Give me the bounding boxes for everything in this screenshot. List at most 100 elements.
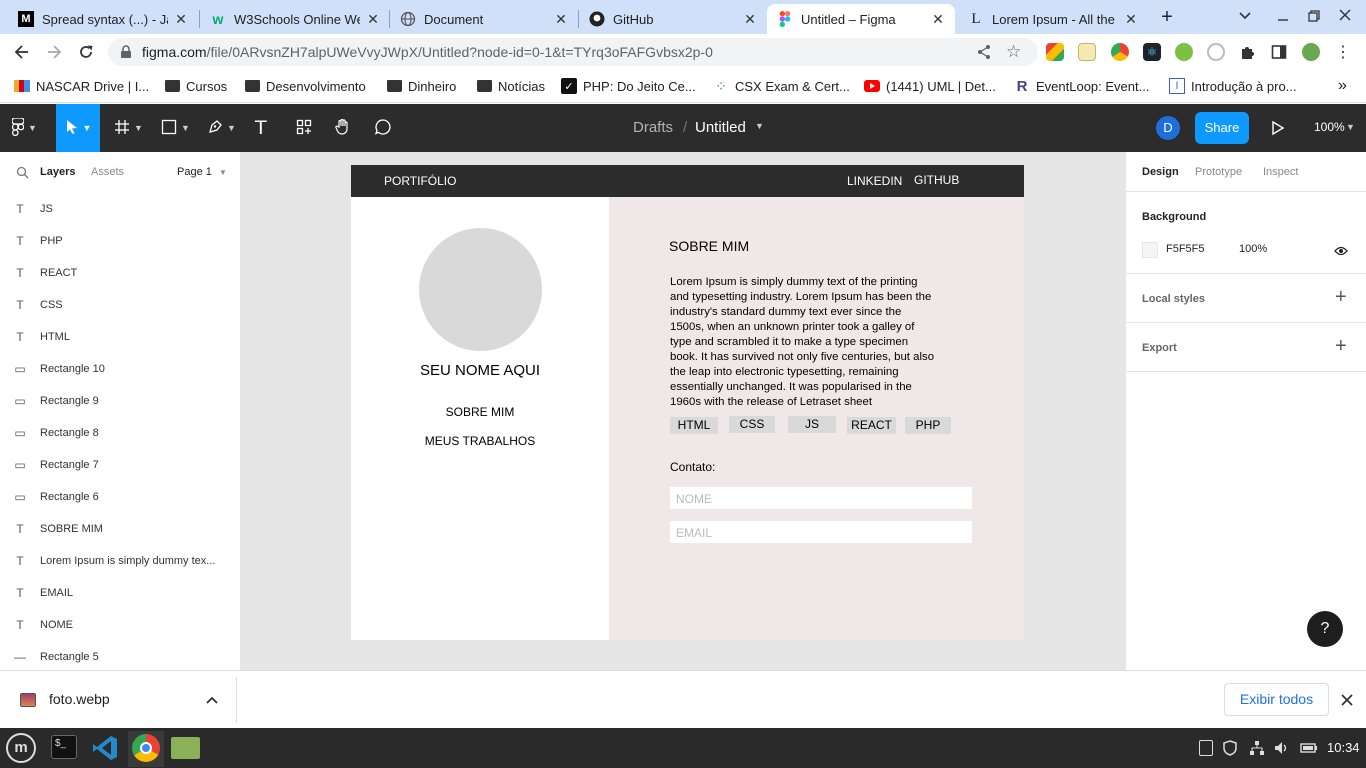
chevron-down-icon[interactable]: ▼ xyxy=(1346,122,1355,132)
bookmark-introducao[interactable]: Ⅰ Introdução à pro... xyxy=(1169,77,1297,95)
close-tab-icon[interactable]: ✕ xyxy=(743,11,757,28)
move-tool[interactable]: ▼ xyxy=(56,104,100,152)
extension-react-devtools-icon[interactable]: ⚛ xyxy=(1143,43,1161,61)
layer-row[interactable]: T HTML xyxy=(0,321,240,353)
side-panel-icon[interactable] xyxy=(1270,43,1288,61)
tab-assets[interactable]: Assets xyxy=(91,166,124,178)
profile-avatar-icon[interactable] xyxy=(1302,43,1320,61)
extension-google-icon[interactable] xyxy=(1046,43,1064,61)
shape-tool[interactable]: ▼ xyxy=(161,116,190,140)
layer-row[interactable]: — Rectangle 5 xyxy=(0,641,240,670)
layer-row[interactable]: T REACT xyxy=(0,257,240,289)
extension-chrome-icon[interactable] xyxy=(1111,43,1129,61)
download-file-name[interactable]: foto.webp xyxy=(49,691,110,707)
shield-icon[interactable] xyxy=(1223,740,1237,761)
close-tab-icon[interactable]: ✕ xyxy=(174,11,188,28)
chrome-taskbar-active[interactable] xyxy=(128,731,164,767)
layer-row[interactable]: T NOME xyxy=(0,609,240,641)
clipboard-icon[interactable] xyxy=(1199,740,1213,756)
share-icon[interactable] xyxy=(976,44,992,65)
extension-frog-icon[interactable] xyxy=(1175,43,1193,61)
forward-arrow-icon[interactable] xyxy=(42,40,66,64)
bookmark-folder-noticias[interactable]: Notícias xyxy=(476,77,545,95)
extensions-puzzle-icon[interactable] xyxy=(1239,43,1257,61)
eye-icon[interactable] xyxy=(1334,244,1348,262)
browser-tab-mdn[interactable]: M Spread syntax (...) - Ja ✕ xyxy=(8,4,198,34)
vscode-icon[interactable] xyxy=(91,734,119,767)
close-tab-icon[interactable]: ✕ xyxy=(1124,11,1138,28)
bookmark-php[interactable]: ✓ PHP: Do Jeito Ce... xyxy=(561,77,696,95)
avatar[interactable]: D xyxy=(1156,116,1180,140)
add-export-plus-icon[interactable]: + xyxy=(1335,335,1347,358)
layer-row[interactable]: ▭ Rectangle 7 xyxy=(0,449,240,481)
figma-main-menu[interactable]: ▼ xyxy=(11,116,37,140)
bookmark-folder-cursos[interactable]: Cursos xyxy=(164,77,227,95)
present-play-icon[interactable] xyxy=(1271,120,1285,141)
layer-row[interactable]: ▭ Rectangle 9 xyxy=(0,385,240,417)
browser-tab-w3schools[interactable]: w W3Schools Online We ✕ xyxy=(200,4,390,34)
breadcrumb-drafts[interactable]: Drafts xyxy=(633,119,673,136)
restore-window-icon[interactable] xyxy=(1307,9,1323,25)
bookmark-csx[interactable]: ⁘ CSX Exam & Cert... xyxy=(713,77,850,95)
layer-row[interactable]: T JS xyxy=(0,193,240,225)
bookmark-nascar[interactable]: NASCAR Drive | I... xyxy=(14,77,149,95)
volume-icon[interactable] xyxy=(1274,740,1290,761)
zoom-level[interactable]: 100% xyxy=(1314,120,1345,134)
show-all-downloads-button[interactable]: Exibir todos xyxy=(1224,683,1329,716)
bookmark-folder-dinheiro[interactable]: Dinheiro xyxy=(386,77,456,95)
more-bookmarks-icon[interactable]: » xyxy=(1338,77,1347,95)
battery-icon[interactable] xyxy=(1300,740,1318,761)
background-opacity-input[interactable]: 100% xyxy=(1239,243,1267,255)
tab-prototype[interactable]: Prototype xyxy=(1195,166,1242,178)
chevron-up-icon[interactable] xyxy=(205,693,219,711)
comment-tool[interactable] xyxy=(374,116,392,140)
files-folder-icon[interactable] xyxy=(171,737,200,759)
bookmark-star-icon[interactable]: ☆ xyxy=(1006,42,1021,62)
browser-tab-document[interactable]: Document ✕ xyxy=(390,4,578,34)
layer-row[interactable]: ▭ Rectangle 6 xyxy=(0,481,240,513)
browser-tab-figma[interactable]: Untitled – Figma ✕ xyxy=(767,4,955,34)
close-tab-icon[interactable]: ✕ xyxy=(931,11,945,28)
mint-menu-icon[interactable]: m xyxy=(6,733,36,763)
back-arrow-icon[interactable] xyxy=(10,40,34,64)
bookmark-youtube-uml[interactable]: (1441) UML | Det... xyxy=(864,77,996,95)
close-downloads-icon[interactable] xyxy=(1340,693,1354,712)
address-bar[interactable]: figma.com/file/0ARvsnZH7alpUWeVvyJWpX/Un… xyxy=(108,38,1038,66)
search-icon[interactable] xyxy=(16,166,29,184)
layer-row[interactable]: T PHP xyxy=(0,225,240,257)
file-name[interactable]: Untitled xyxy=(695,119,746,136)
tab-search-chevron-icon[interactable] xyxy=(1236,8,1254,26)
browser-tab-github[interactable]: GitHub ✕ xyxy=(579,4,767,34)
hand-tool[interactable] xyxy=(334,116,352,140)
layer-row[interactable]: T CSS xyxy=(0,289,240,321)
terminal-icon[interactable]: $_ xyxy=(51,735,77,759)
layer-row[interactable]: ▭ Rectangle 10 xyxy=(0,353,240,385)
layer-row[interactable]: ▭ Rectangle 8 xyxy=(0,417,240,449)
close-tab-icon[interactable]: ✕ xyxy=(366,11,380,28)
share-button[interactable]: Share xyxy=(1195,112,1249,144)
layer-row[interactable]: T SOBRE MIM xyxy=(0,513,240,545)
close-tab-icon[interactable]: ✕ xyxy=(554,11,568,28)
minimize-window-icon[interactable] xyxy=(1276,8,1292,24)
tab-layers[interactable]: Layers xyxy=(40,166,75,178)
chevron-down-icon[interactable]: ▼ xyxy=(755,121,764,131)
background-hex-input[interactable]: F5F5F5 xyxy=(1166,243,1205,255)
close-window-icon[interactable] xyxy=(1338,8,1354,24)
new-tab-icon[interactable]: + xyxy=(1156,6,1178,28)
help-button[interactable]: ? xyxy=(1307,611,1343,647)
layer-row[interactable]: T EMAIL xyxy=(0,577,240,609)
portfolio-frame[interactable]: PORTIFÓLIO LINKEDIN GITHUB SEU NOME AQUI… xyxy=(351,165,1024,640)
browser-tab-lorem[interactable]: L Lorem Ipsum - All the ✕ xyxy=(958,4,1148,34)
bookmark-folder-desenvolvimento[interactable]: Desenvolvimento xyxy=(244,77,366,95)
extension-timer-icon[interactable] xyxy=(1207,43,1225,61)
pen-tool[interactable]: ▼ xyxy=(207,116,236,140)
site-info-icon[interactable] xyxy=(120,45,132,64)
network-icon[interactable] xyxy=(1249,740,1265,761)
resources-tool[interactable] xyxy=(296,116,312,140)
frame-tool[interactable]: ▼ xyxy=(114,116,143,140)
figma-canvas[interactable]: PORTIFÓLIO LINKEDIN GITHUB SEU NOME AQUI… xyxy=(241,152,1125,670)
bookmark-eventloop[interactable]: R EventLoop: Event... xyxy=(1014,77,1150,95)
layer-row[interactable]: T Lorem Ipsum is simply dummy tex... xyxy=(0,545,240,577)
reload-icon[interactable] xyxy=(74,40,98,64)
background-color-swatch[interactable] xyxy=(1142,242,1158,258)
